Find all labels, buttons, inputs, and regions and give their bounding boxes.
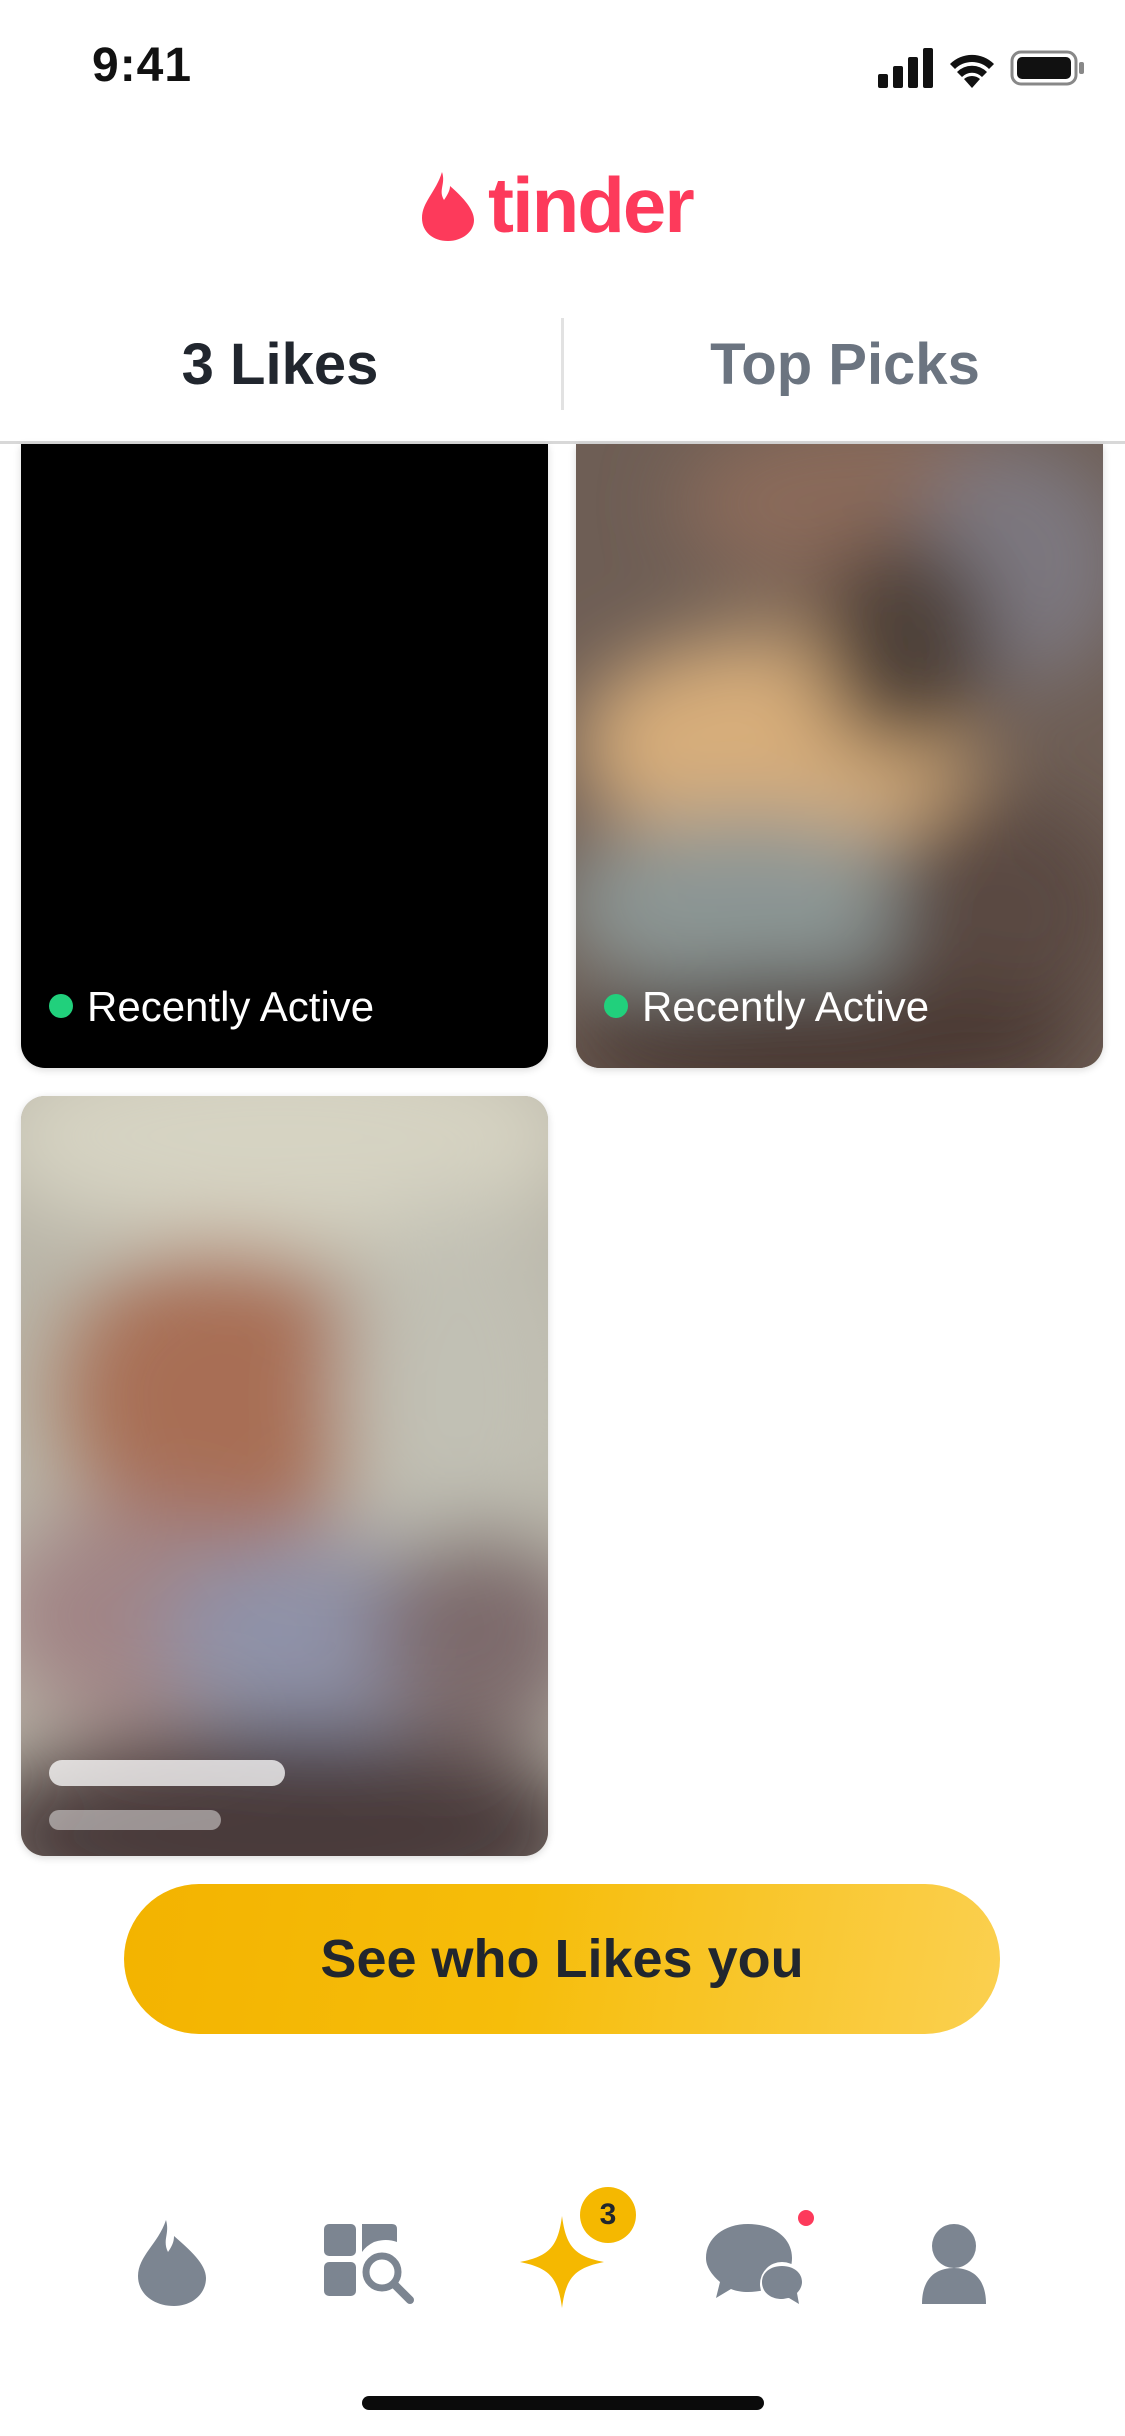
name-placeholder — [49, 1760, 285, 1786]
tab-likes[interactable]: 3 Likes — [0, 290, 560, 440]
profile-icon — [922, 2224, 986, 2304]
nav-swipe[interactable] — [102, 2180, 242, 2340]
recently-active-label: Recently Active — [87, 983, 375, 1030]
nav-explore[interactable] — [296, 2180, 436, 2340]
explore-icon — [324, 2224, 414, 2304]
like-card[interactable] — [21, 1096, 548, 1856]
logo-wordmark: tinder — [488, 161, 695, 249]
status-icons — [878, 48, 1084, 90]
status-time: 9:41 — [92, 39, 193, 92]
cellular-signal-icon — [878, 48, 933, 88]
likes-count-badge: 3 — [580, 2187, 636, 2243]
like-card[interactable]: Recently Active — [21, 444, 548, 1068]
online-dot-icon — [604, 994, 628, 1018]
tinder-logo: tinder — [420, 161, 720, 249]
likes-screen: 9:41 tinder 3 Likes Top Picks Recently A… — [0, 0, 1125, 2436]
blurred-photo — [21, 1096, 548, 1856]
nav-profile[interactable] — [884, 2180, 1024, 2340]
like-card[interactable]: Recently Active — [576, 444, 1103, 1068]
blurred-photo — [576, 444, 1103, 1068]
new-message-dot — [798, 2210, 814, 2226]
flame-icon — [138, 2220, 206, 2306]
bottom-nav — [0, 2180, 1125, 2340]
tab-divider — [561, 318, 564, 410]
tab-top-picks[interactable]: Top Picks — [565, 290, 1125, 440]
detail-placeholder — [49, 1810, 221, 1830]
home-indicator[interactable] — [362, 2396, 764, 2410]
recently-active-label: Recently Active — [642, 983, 930, 1030]
battery-icon — [1010, 50, 1084, 86]
chat-icon — [706, 2224, 804, 2306]
online-dot-icon — [49, 994, 73, 1018]
wifi-icon — [950, 54, 994, 88]
see-who-likes-you-button[interactable]: See who Likes you — [124, 1884, 1000, 2034]
nav-messages[interactable] — [690, 2180, 830, 2340]
tab-bar: 3 Likes Top Picks — [0, 290, 1125, 444]
status-bar: 9:41 — [0, 0, 1125, 140]
flame-icon — [422, 172, 474, 241]
